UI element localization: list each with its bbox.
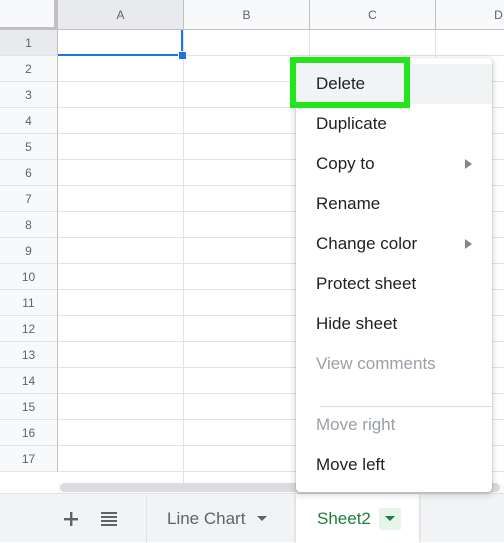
- row-label: 8: [25, 217, 32, 232]
- sheet-tab-label: Sheet2: [317, 508, 371, 528]
- row-header-17[interactable]: 17: [0, 446, 58, 472]
- row-label: 15: [21, 399, 36, 414]
- row-header-9[interactable]: 9: [0, 238, 58, 264]
- sheet-tab-line-chart[interactable]: Line Chart: [146, 494, 296, 543]
- menu-item-hide-sheet[interactable]: Hide sheet: [296, 304, 492, 344]
- row-header-10[interactable]: 10: [0, 264, 58, 290]
- row-header-3[interactable]: 3: [0, 82, 58, 108]
- menu-item-rename[interactable]: Rename: [296, 184, 492, 224]
- row-header-8[interactable]: 8: [0, 212, 58, 238]
- row-label: 12: [21, 321, 36, 336]
- select-all-corner[interactable]: [0, 0, 58, 31]
- column-label: D: [494, 7, 503, 22]
- menu-item-duplicate[interactable]: Duplicate: [296, 104, 492, 144]
- row-label: 2: [25, 61, 32, 76]
- column-label: C: [368, 7, 377, 22]
- menu-item-label: Change color: [316, 234, 418, 253]
- row-header-1[interactable]: 1: [0, 30, 58, 56]
- sheet-tab-sheet2[interactable]: Sheet2: [296, 494, 419, 543]
- row-label: 13: [21, 347, 36, 362]
- menu-item-label: Copy to: [316, 154, 375, 173]
- add-sheet-button[interactable]: [58, 494, 84, 543]
- selected-cell-a1[interactable]: [58, 30, 183, 56]
- menu-item-label: Move right: [316, 415, 396, 434]
- row-header-14[interactable]: 14: [0, 368, 58, 394]
- row-header-6[interactable]: 6: [0, 160, 58, 186]
- sheet-tab-label: Line Chart: [167, 508, 246, 528]
- row-label: 14: [21, 373, 36, 388]
- menu-item-label: Delete: [316, 74, 366, 93]
- submenu-arrow-icon: [465, 159, 472, 169]
- row-header-7[interactable]: 7: [0, 186, 58, 212]
- column-header-d[interactable]: D: [436, 0, 504, 30]
- column-label: A: [116, 7, 125, 22]
- column-header-b[interactable]: B: [184, 0, 310, 30]
- row-label: 5: [25, 139, 32, 154]
- row-label: 1: [25, 35, 32, 50]
- chevron-down-icon[interactable]: [257, 516, 268, 521]
- list-icon: [101, 511, 117, 526]
- menu-item-change-color[interactable]: Change color: [296, 224, 492, 264]
- row-label: 10: [21, 269, 36, 284]
- row-header-13[interactable]: 13: [0, 342, 58, 368]
- submenu-arrow-icon: [465, 239, 472, 249]
- menu-item-label: Rename: [316, 194, 381, 213]
- row-header-5[interactable]: 5: [0, 134, 58, 160]
- menu-item-label: Move left: [316, 455, 385, 474]
- row-label: 4: [25, 113, 32, 128]
- fill-handle[interactable]: [178, 51, 187, 60]
- row-label: 7: [25, 191, 32, 206]
- column-label: B: [242, 7, 251, 22]
- row-label: 3: [25, 87, 32, 102]
- sheet-tab-menu-button[interactable]: [378, 507, 401, 530]
- row-label: 11: [22, 295, 35, 310]
- row-header-4[interactable]: 4: [0, 108, 58, 134]
- sheet-context-menu: Delete Duplicate Copy to Rename Change c…: [296, 58, 492, 492]
- row-label: 16: [21, 425, 36, 440]
- menu-item-label: Protect sheet: [316, 274, 417, 293]
- menu-item-delete[interactable]: Delete: [296, 64, 492, 104]
- row-header-16[interactable]: 16: [0, 420, 58, 446]
- row-label: 9: [25, 243, 32, 258]
- menu-item-view-comments: View comments: [296, 344, 492, 384]
- row-label: 6: [25, 165, 32, 180]
- menu-item-label: Hide sheet: [316, 314, 398, 333]
- sheet-tab-bar: Line Chart Sheet2: [0, 493, 504, 543]
- all-sheets-button[interactable]: [96, 494, 122, 543]
- plus-icon: [64, 511, 78, 526]
- row-header-12[interactable]: 12: [0, 316, 58, 342]
- menu-item-protect-sheet[interactable]: Protect sheet: [296, 264, 492, 304]
- menu-item-move-left[interactable]: Move left: [296, 445, 492, 485]
- row-label: 17: [21, 451, 36, 466]
- row-header-11[interactable]: 11: [0, 290, 58, 316]
- menu-item-move-right: Move right: [296, 405, 492, 445]
- column-header-a[interactable]: A: [58, 0, 184, 30]
- menu-item-label: Duplicate: [316, 114, 387, 133]
- column-divider: [183, 30, 184, 484]
- column-header-c[interactable]: C: [310, 0, 436, 30]
- row-header-2[interactable]: 2: [0, 56, 58, 82]
- menu-item-label: View comments: [316, 354, 436, 373]
- chevron-down-icon: [384, 516, 395, 521]
- menu-item-copy-to[interactable]: Copy to: [296, 144, 492, 184]
- row-header-15[interactable]: 15: [0, 394, 58, 420]
